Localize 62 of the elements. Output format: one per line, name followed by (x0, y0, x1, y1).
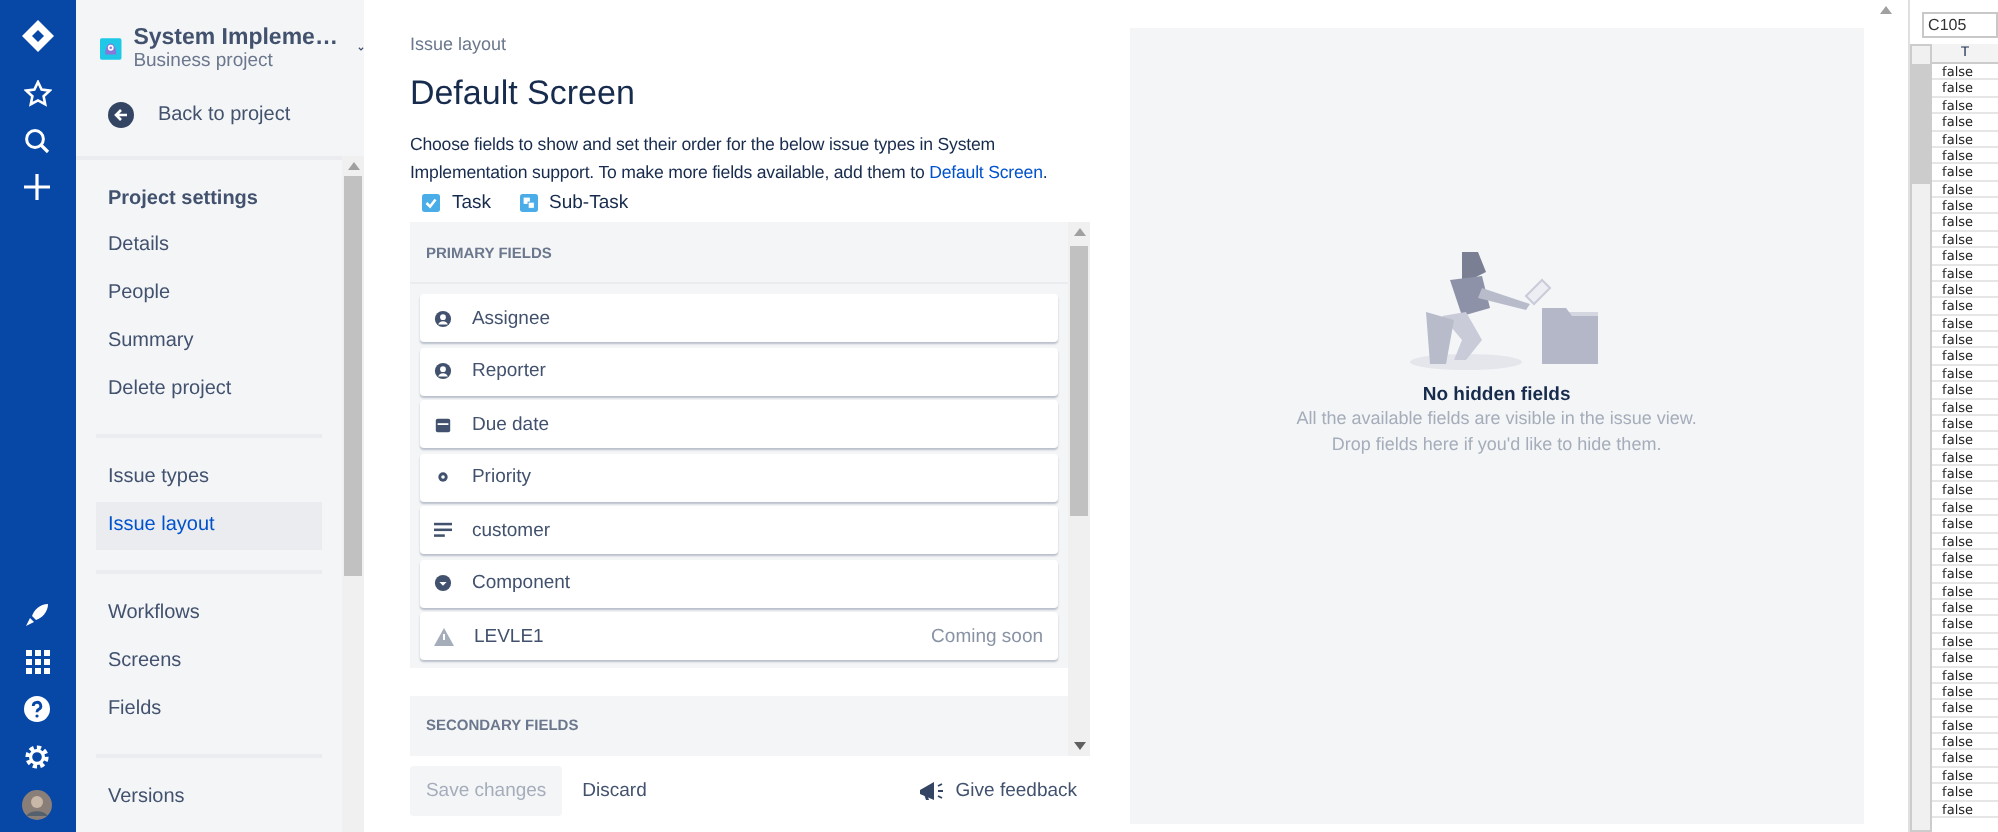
sidebar-item[interactable]: Issue layout (95, 502, 322, 550)
logo-icon[interactable] (21, 20, 54, 52)
feedback-button[interactable]: Give feedback (905, 778, 1090, 804)
scrollbar[interactable] (1067, 222, 1090, 756)
project-type: Business project (133, 50, 275, 72)
field-label: Assignee (471, 307, 551, 329)
field-card[interactable]: Due date (419, 400, 1058, 448)
field-card[interactable]: customer (419, 506, 1058, 554)
field-label: Component (471, 572, 571, 594)
subtask-icon (519, 194, 537, 212)
user-icon (433, 309, 452, 327)
sidebar-item[interactable]: People (95, 270, 322, 318)
app-grid-icon[interactable] (25, 650, 50, 674)
field-label: Priority (471, 466, 532, 488)
warning-icon (433, 627, 454, 645)
sidebar-item[interactable]: Fields (95, 686, 322, 734)
issue-type-label: Sub-Task (549, 192, 629, 214)
field-label: customer (471, 519, 551, 541)
field-label: Due date (471, 413, 550, 435)
sidebar-item[interactable]: Workflows (95, 590, 322, 638)
avatar-icon[interactable] (22, 790, 53, 820)
search-icon[interactable] (24, 128, 51, 154)
scrollbar[interactable] (341, 156, 364, 832)
calendar-icon (433, 415, 452, 433)
sidebar-item[interactable]: Screens (95, 638, 322, 686)
description: Choose fields to show and set their order for the below issue types in System Implementation support. To make more fields available, add them to Default Screen. (409, 132, 1050, 186)
page-title: Default Screen (409, 74, 637, 114)
discard-button[interactable]: Discard (566, 766, 663, 816)
plus-icon[interactable] (24, 174, 51, 200)
field-card[interactable]: LEVLE1 Coming soon (419, 612, 1058, 660)
field-label: Reporter (471, 360, 546, 382)
settings-icon[interactable] (24, 744, 51, 770)
status-label: Coming soon (931, 625, 1044, 647)
component-icon (433, 574, 452, 592)
help-icon[interactable] (24, 696, 51, 722)
dot-icon (433, 468, 452, 486)
scrollbar[interactable] (1910, 44, 1933, 832)
megaphone-icon (917, 780, 944, 802)
field-card[interactable]: Assignee (419, 294, 1058, 342)
back-link[interactable]: Back to project (107, 102, 364, 128)
project-name[interactable]: System Impleme… (133, 26, 338, 50)
issue-type-label: Task (451, 192, 491, 214)
task-icon (421, 194, 440, 212)
sidebar-item[interactable]: Issue types (95, 454, 322, 502)
user-icon (433, 362, 452, 380)
section-heading: Project settings (105, 186, 260, 214)
empty-state-text: All the available fields are visible in the issue view. (1296, 406, 1697, 432)
sidebar-item[interactable]: Summary (95, 318, 322, 366)
lines-icon (433, 522, 452, 538)
default-screen-link[interactable]: Default Screen (929, 162, 1043, 182)
cell-reference-field[interactable]: C105 (1922, 12, 1998, 38)
empty-state-title: No hidden fields (1422, 384, 1571, 406)
empty-state-text: Drop fields here if you'd like to hide them. (1331, 432, 1662, 458)
star-icon[interactable] (23, 80, 52, 108)
sidebar-item[interactable]: Details (95, 222, 322, 270)
breadcrumb[interactable]: Issue layout (409, 34, 1090, 54)
sidebar-item[interactable]: Delete project (95, 366, 322, 414)
sidebar-item[interactable]: Versions (95, 774, 322, 822)
field-card[interactable]: Reporter (419, 347, 1058, 395)
field-card[interactable]: Priority (419, 453, 1058, 501)
field-label: LEVLE1 (473, 625, 544, 647)
field-card[interactable]: Component (419, 559, 1058, 607)
